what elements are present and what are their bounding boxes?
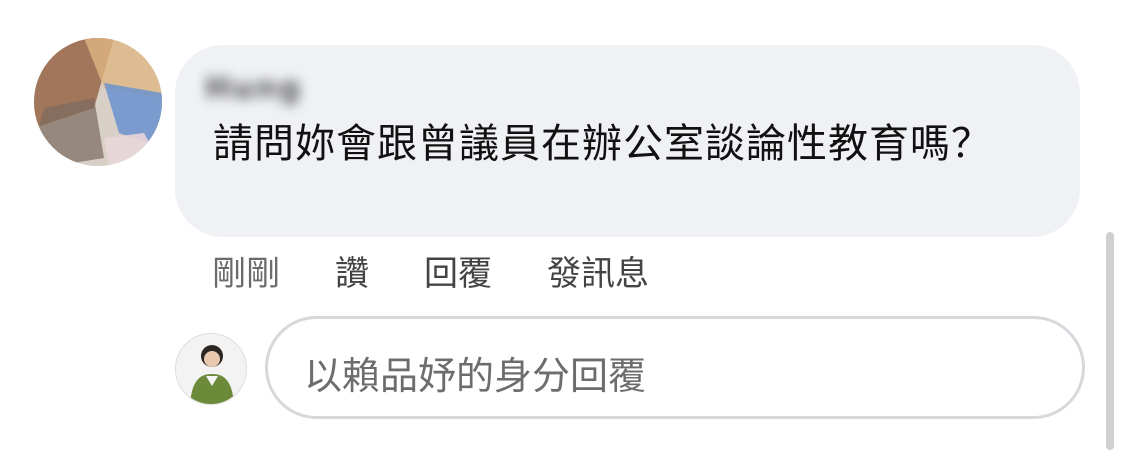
- comment-author-name[interactable]: Hung: [205, 71, 302, 106]
- comment-actions: 剛剛 讚 回覆 發訊息: [212, 246, 704, 295]
- comment-bubble: Hung 請問妳會跟曾議員在辦公室談論性教育嗎？: [175, 45, 1080, 237]
- comment-timestamp[interactable]: 剛剛: [212, 246, 280, 295]
- commenter-avatar-image: [34, 38, 162, 166]
- commenter-avatar[interactable]: [34, 38, 162, 166]
- reply-button[interactable]: 回覆: [424, 246, 492, 295]
- comment-author[interactable]: Hung: [205, 67, 505, 115]
- comment-text: 請問妳會跟曾議員在辦公室談論性教育嗎？: [213, 121, 992, 167]
- reply-input[interactable]: 以賴品妤的身分回覆: [265, 316, 1085, 419]
- message-button[interactable]: 發訊息: [547, 246, 649, 295]
- like-button[interactable]: 讚: [335, 246, 369, 295]
- scrollbar[interactable]: [1106, 232, 1114, 450]
- reply-placeholder: 以賴品妤的身分回覆: [304, 354, 647, 398]
- current-user-avatar-image: [176, 334, 246, 404]
- current-user-avatar[interactable]: [175, 333, 247, 405]
